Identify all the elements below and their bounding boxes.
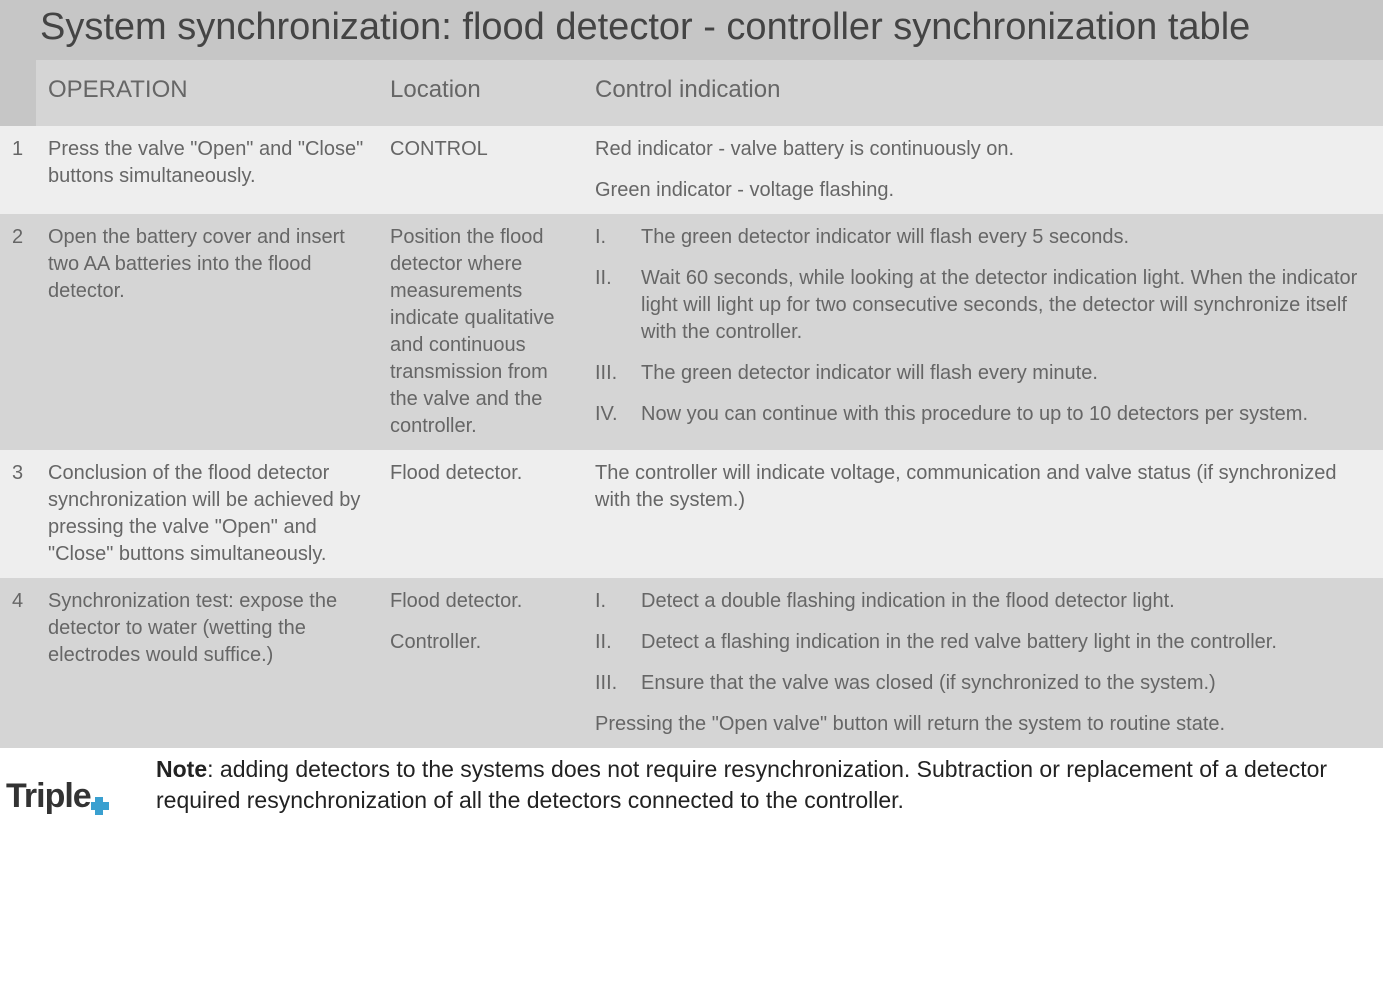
page-title: System synchronization: flood detector -…	[0, 0, 1383, 60]
table-row: 1 Press the valve "Open" and "Close" but…	[0, 126, 1383, 214]
list-item: II. Wait 60 seconds, while looking at th…	[595, 265, 1371, 346]
indication-tail: Pressing the "Open valve" button will re…	[595, 711, 1371, 738]
list-text: Ensure that the valve was closed (if syn…	[641, 670, 1216, 697]
list-item: II. Detect a flashing indication in the …	[595, 629, 1371, 656]
cell-location: Flood detector.	[378, 450, 583, 578]
cell-operation: Synchronization test: expose the detecto…	[36, 578, 378, 748]
table-row: 2 Open the battery cover and insert two …	[0, 214, 1383, 450]
indication-para: The controller will indicate voltage, co…	[595, 460, 1371, 514]
indication-list: I. Detect a double flashing indication i…	[595, 588, 1371, 697]
col-head-num	[0, 60, 36, 126]
list-text: Now you can continue with this procedure…	[641, 401, 1308, 428]
row-number: 2	[0, 214, 36, 450]
cell-location: Position the flood detector where measur…	[378, 214, 583, 450]
row-number: 4	[0, 578, 36, 748]
logo: Triple	[6, 754, 156, 820]
indication-para: Green indicator - voltage flashing.	[595, 177, 1371, 204]
sync-table: OPERATION Location Control indication 1 …	[0, 60, 1383, 748]
plus-icon	[91, 797, 109, 815]
cell-indication: I. Detect a double flashing indication i…	[583, 578, 1383, 748]
list-text: Detect a flashing indication in the red …	[641, 629, 1277, 656]
cell-indication: I. The green detector indicator will fla…	[583, 214, 1383, 450]
col-head-operation: OPERATION	[36, 60, 378, 126]
list-numeral: I.	[595, 224, 641, 251]
table-row: 4 Synchronization test: expose the detec…	[0, 578, 1383, 748]
list-item: IV. Now you can continue with this proce…	[595, 401, 1371, 428]
list-numeral: II.	[595, 265, 641, 346]
list-numeral: II.	[595, 629, 641, 656]
indication-list: I. The green detector indicator will fla…	[595, 224, 1371, 428]
cell-operation: Press the valve "Open" and "Close" butto…	[36, 126, 378, 214]
col-head-location: Location	[378, 60, 583, 126]
table-row: 3 Conclusion of the flood detector synch…	[0, 450, 1383, 578]
list-numeral: III.	[595, 360, 641, 387]
note-label: Note	[156, 756, 207, 782]
cell-operation: Open the battery cover and insert two AA…	[36, 214, 378, 450]
list-text: The green detector indicator will flash …	[641, 224, 1129, 251]
cell-location: CONTROL	[378, 126, 583, 214]
footer-note: Note: adding detectors to the systems do…	[156, 754, 1373, 816]
list-text: Wait 60 seconds, while looking at the de…	[641, 265, 1371, 346]
location-para: Controller.	[390, 629, 571, 656]
indication-para: Red indicator - valve battery is continu…	[595, 136, 1371, 163]
logo-word: Triple	[6, 777, 91, 815]
list-numeral: III.	[595, 670, 641, 697]
cell-operation: Conclusion of the flood detector synchro…	[36, 450, 378, 578]
cell-location: Flood detector. Controller.	[378, 578, 583, 748]
row-number: 3	[0, 450, 36, 578]
list-item: III. The green detector indicator will f…	[595, 360, 1371, 387]
list-item: I. Detect a double flashing indication i…	[595, 588, 1371, 615]
row-number: 1	[0, 126, 36, 214]
cell-indication: Red indicator - valve battery is continu…	[583, 126, 1383, 214]
list-item: III. Ensure that the valve was closed (i…	[595, 670, 1371, 697]
table-header-row: OPERATION Location Control indication	[0, 60, 1383, 126]
note-text: : adding detectors to the systems does n…	[156, 756, 1327, 813]
document-page: System synchronization: flood detector -…	[0, 0, 1383, 830]
col-head-indication: Control indication	[583, 60, 1383, 126]
cell-indication: The controller will indicate voltage, co…	[583, 450, 1383, 578]
list-numeral: IV.	[595, 401, 641, 428]
location-para: Flood detector.	[390, 588, 571, 615]
list-item: I. The green detector indicator will fla…	[595, 224, 1371, 251]
logo-text: Triple	[6, 774, 109, 820]
footer: Triple Note: adding detectors to the sys…	[0, 748, 1383, 830]
list-text: Detect a double flashing indication in t…	[641, 588, 1175, 615]
list-text: The green detector indicator will flash …	[641, 360, 1098, 387]
list-numeral: I.	[595, 588, 641, 615]
